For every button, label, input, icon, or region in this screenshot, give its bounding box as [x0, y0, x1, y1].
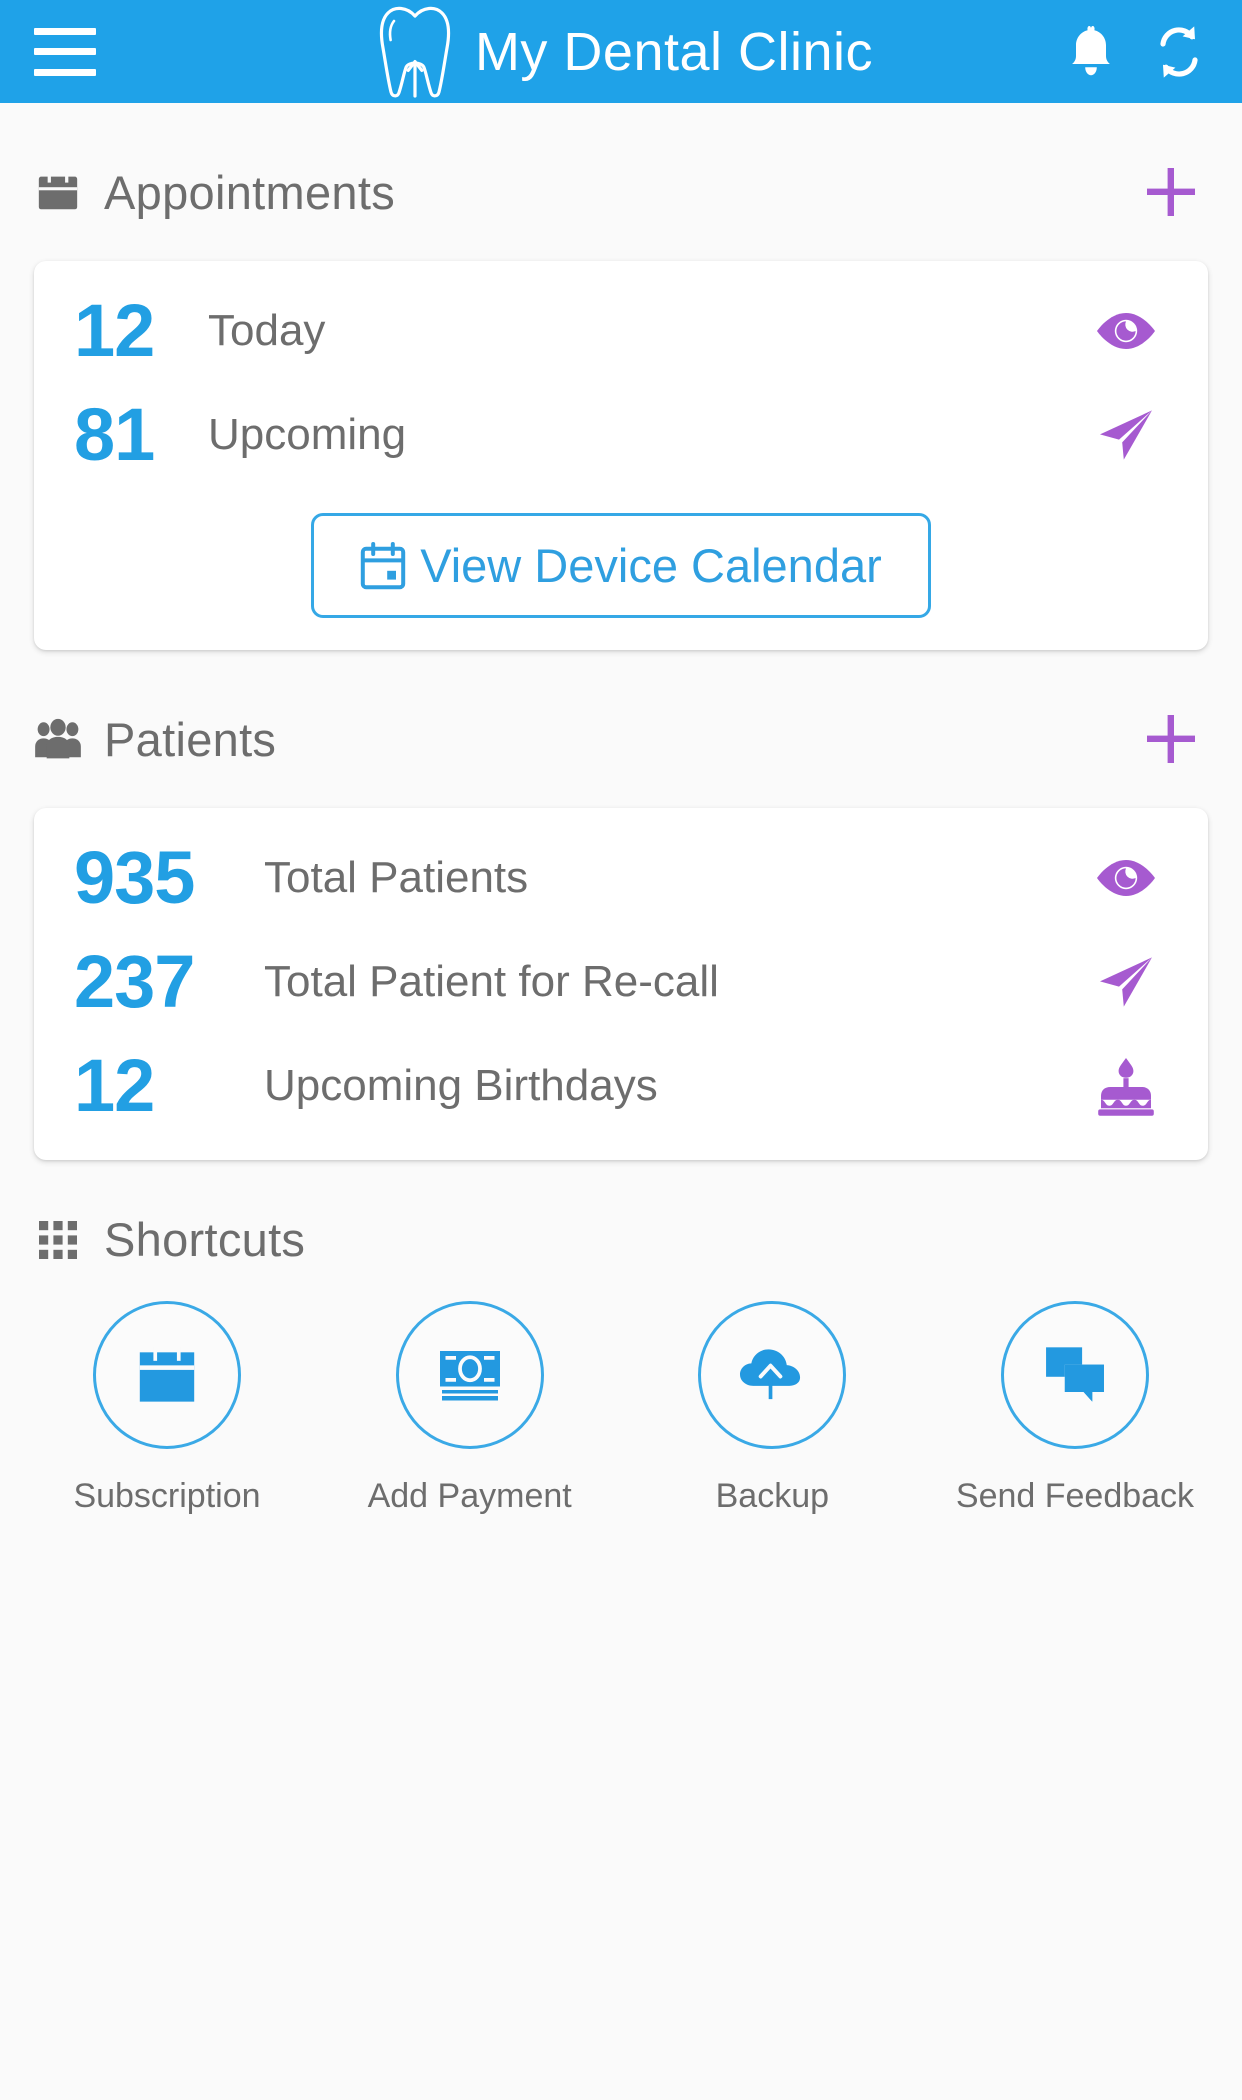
total-patients-value: 935	[74, 836, 195, 919]
calendar-button-wrap: View Device Calendar	[34, 487, 1208, 628]
shortcut-label: Add Payment	[367, 1477, 572, 1515]
hamburger-menu-icon[interactable]	[34, 27, 96, 76]
eye-icon[interactable]	[1086, 296, 1166, 366]
sync-refresh-icon[interactable]	[1150, 23, 1208, 81]
calendar-icon	[34, 168, 82, 216]
calendar-filled-icon	[133, 1341, 201, 1409]
calendar-outline-icon	[360, 541, 406, 590]
recall-patients-value: 237	[74, 940, 195, 1023]
appointments-upcoming-label: Upcoming	[208, 410, 407, 459]
shortcut-circle	[93, 1301, 241, 1449]
birthday-cake-icon[interactable]	[1086, 1051, 1166, 1121]
add-appointment-button[interactable]	[1134, 155, 1208, 229]
appointments-today-value: 12	[74, 289, 155, 372]
stat-row[interactable]: 81 Upcoming	[34, 383, 1208, 487]
appointments-title: Appointments	[104, 165, 395, 219]
hamburger-line	[34, 48, 96, 55]
send-icon[interactable]	[1086, 947, 1166, 1017]
shortcut-circle	[1000, 1301, 1149, 1449]
shortcut-circle	[395, 1301, 544, 1449]
page-content: Appointments 12 Today 81 Upcoming View D…	[0, 103, 1242, 1516]
stat-row[interactable]: 12 Upcoming Birthdays	[34, 1034, 1208, 1138]
brand: My Dental Clinic	[0, 0, 1242, 103]
shortcuts-grid: Subscription Add Payment Backup Send Fee…	[34, 1277, 1208, 1516]
appointments-today-label: Today	[208, 306, 326, 355]
appointments-card: 12 Today 81 Upcoming View Device Calenda…	[34, 261, 1208, 650]
patients-title: Patients	[104, 712, 277, 766]
stat-row[interactable]: 237 Total Patient for Re-call	[34, 930, 1208, 1034]
recall-patients-label: Total Patient for Re-call	[264, 957, 719, 1006]
shortcut-label: Backup	[715, 1477, 830, 1515]
shortcut-label: Subscription	[73, 1477, 261, 1515]
upcoming-birthdays-label: Upcoming Birthdays	[264, 1061, 658, 1110]
add-patient-button[interactable]	[1134, 702, 1208, 776]
hamburger-line	[34, 68, 96, 76]
view-device-calendar-button[interactable]: View Device Calendar	[311, 513, 931, 618]
shortcut-backup[interactable]: Backup	[657, 1301, 887, 1516]
bell-icon[interactable]	[1062, 23, 1120, 81]
patients-card: 935 Total Patients 237 Total Patient for…	[34, 808, 1208, 1160]
banknote-icon	[435, 1345, 505, 1405]
eye-icon[interactable]	[1086, 843, 1166, 913]
shortcut-subscription[interactable]: Subscription	[52, 1301, 282, 1516]
total-patients-label: Total Patients	[264, 853, 529, 902]
shortcut-circle	[698, 1301, 847, 1449]
patients-section-header: Patients	[34, 650, 1208, 786]
tooth-logo-icon	[369, 4, 461, 100]
shortcuts-section-header: Shortcuts	[34, 1160, 1208, 1277]
appointments-upcoming-value: 81	[74, 393, 155, 476]
app-header: My Dental Clinic	[0, 0, 1242, 103]
send-icon[interactable]	[1086, 400, 1166, 470]
header-actions	[1062, 23, 1208, 81]
hamburger-line	[34, 27, 96, 35]
shortcut-add-payment[interactable]: Add Payment	[355, 1301, 585, 1516]
shortcut-label: Send Feedback	[955, 1477, 1195, 1515]
stat-row[interactable]: 12 Today	[34, 279, 1208, 383]
app-title: My Dental Clinic	[474, 21, 874, 82]
chat-bubbles-icon	[1042, 1343, 1108, 1407]
stat-row[interactable]: 935 Total Patients	[34, 826, 1208, 930]
grid-dots-icon	[34, 1216, 82, 1264]
upcoming-birthdays-value: 12	[74, 1044, 155, 1127]
view-device-calendar-label: View Device Calendar	[420, 539, 882, 592]
people-group-icon	[34, 715, 82, 763]
shortcut-send-feedback[interactable]: Send Feedback	[956, 1301, 1194, 1516]
cloud-upload-icon	[735, 1343, 809, 1407]
shortcuts-title: Shortcuts	[104, 1213, 306, 1266]
appointments-section-header: Appointments	[34, 103, 1208, 239]
